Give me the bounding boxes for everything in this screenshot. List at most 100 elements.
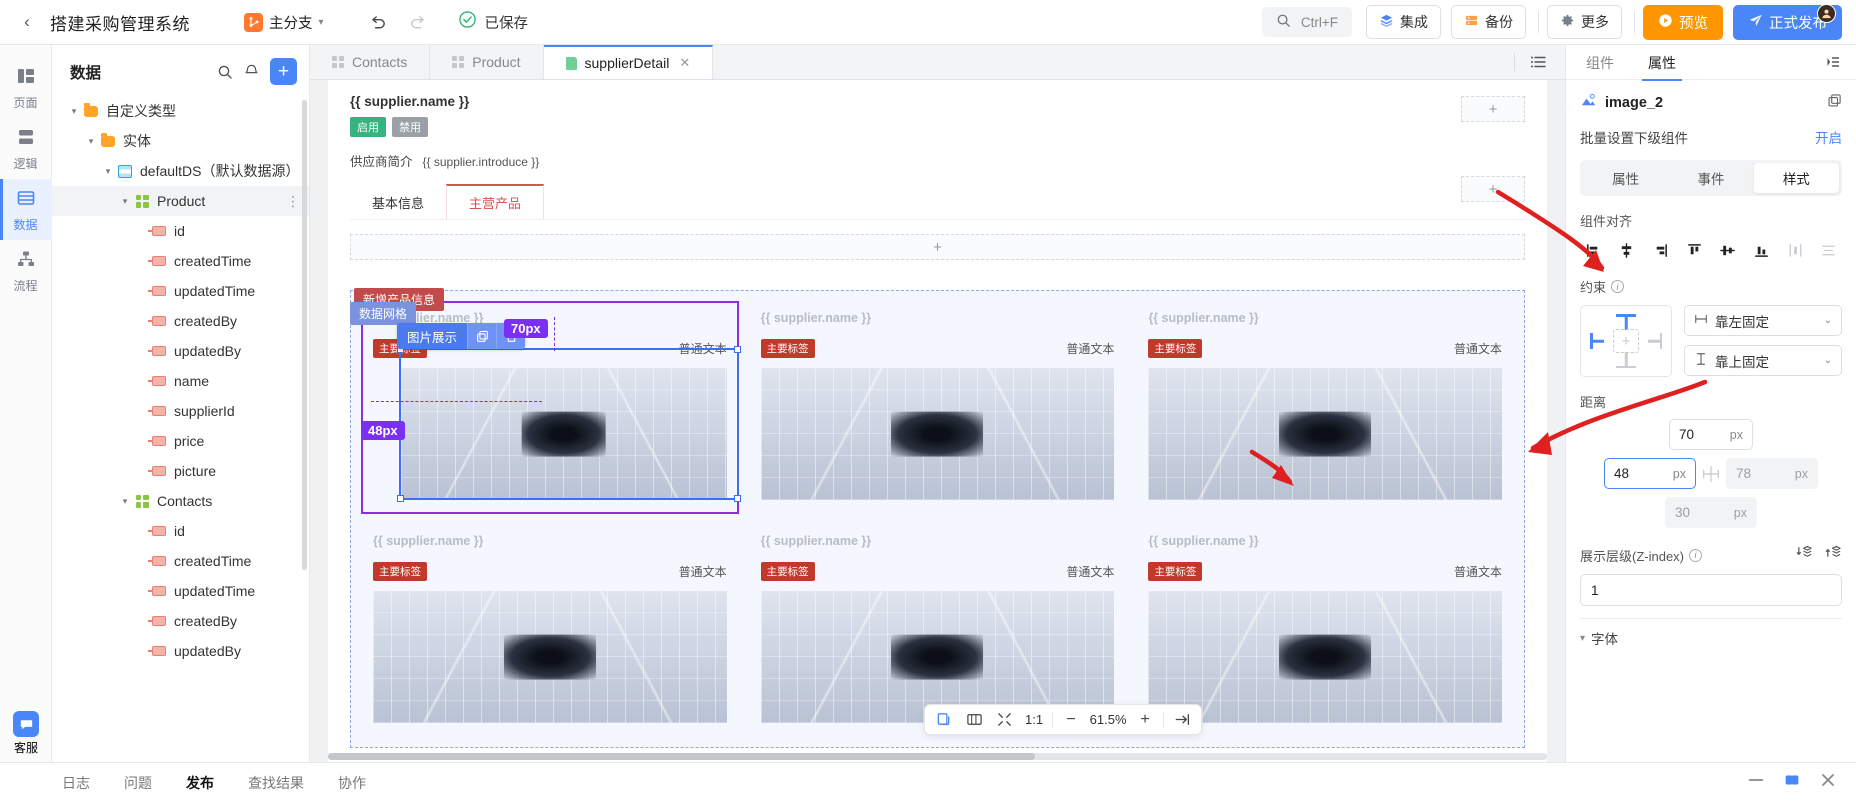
chevron-down-icon[interactable]: ▾	[83, 136, 99, 147]
subtab-events[interactable]: 事件	[1668, 163, 1753, 193]
distribute-vertical-icon[interactable]	[1816, 239, 1842, 261]
collapse-icon[interactable]	[989, 705, 1019, 734]
info-icon[interactable]: i	[1689, 548, 1703, 562]
align-left-icon[interactable]	[1580, 239, 1606, 261]
copy-icon[interactable]	[467, 323, 497, 349]
collapse-panel-icon[interactable]	[1824, 53, 1842, 71]
bottom-tab-issues[interactable]: 问题	[124, 773, 152, 793]
zindex-input[interactable]: 1	[1580, 574, 1842, 606]
chevron-down-icon[interactable]: ▾	[117, 196, 133, 207]
outline-list-icon[interactable]	[1529, 53, 1547, 71]
canvas-hscrollbar[interactable]	[328, 753, 1547, 760]
horizontal-constraint-select[interactable]: 靠左固定 ⌄	[1684, 305, 1842, 336]
bulk-enable-link[interactable]: 开启	[1815, 127, 1842, 147]
image-placeholder[interactable]	[1148, 368, 1502, 500]
zoom-ratio-label[interactable]: 1:1	[1019, 712, 1049, 727]
align-bottom-icon[interactable]	[1749, 239, 1775, 261]
integration-button[interactable]: 集成	[1366, 5, 1441, 39]
add-slot-top[interactable]: +	[1461, 96, 1525, 122]
backup-button[interactable]: 备份	[1451, 5, 1526, 39]
preview-button[interactable]: 预览	[1643, 4, 1723, 40]
align-top-icon[interactable]	[1681, 239, 1707, 261]
page-canvas[interactable]: {{ supplier.name }} 启用 禁用 供应商简介 {{ suppl…	[328, 80, 1547, 762]
data-grid-tag[interactable]: 数据网格	[350, 302, 417, 325]
inner-tab-products[interactable]: 主营产品	[446, 184, 545, 219]
image-placeholder[interactable]	[1148, 591, 1502, 723]
tree-node--[interactable]: ▾ 自定义类型	[52, 96, 309, 126]
subtab-styles[interactable]: 样式	[1753, 163, 1839, 193]
resize-handle-tr[interactable]	[733, 346, 741, 353]
data-grid-region[interactable]: 新增产品信息 数据网格 {{ supplier.name }} 主要标签 普通文…	[350, 288, 1525, 748]
tree-node-createdby[interactable]: ▾createdBy	[52, 306, 309, 336]
image-placeholder[interactable]	[760, 368, 1115, 500]
avatar[interactable]	[1817, 3, 1836, 23]
undo-icon[interactable]	[368, 13, 387, 32]
sidebar-item-logic[interactable]: 逻辑	[0, 118, 52, 179]
zoom-in-button[interactable]: +	[1130, 705, 1160, 734]
grid-cell-selected[interactable]: {{ supplier.name }} 主要标签 普通文本	[361, 301, 741, 514]
tree-node-price[interactable]: ▾price	[52, 426, 309, 456]
tree-node-menu-icon[interactable]: ⋮	[286, 193, 301, 210]
tree-node-picture[interactable]: ▾picture	[52, 456, 309, 486]
add-slot-row[interactable]: +	[350, 234, 1525, 260]
add-data-button[interactable]: +	[270, 58, 297, 85]
tree-node-updatedby[interactable]: ▾updatedBy	[52, 336, 309, 366]
grid-cell[interactable]: {{ supplier.name }} 主要标签 普通文本	[748, 301, 1127, 514]
sidebar-item-flow[interactable]: 流程	[0, 240, 52, 301]
constraint-pad[interactable]: +	[1580, 305, 1672, 377]
tree-node-defaultds-[interactable]: ▾ defaultDS（默认数据源）	[52, 156, 309, 186]
tree-node-createdtime[interactable]: ▾createdTime	[52, 246, 309, 276]
tab-product[interactable]: Product	[430, 45, 544, 79]
tab-properties[interactable]: 属性	[1642, 45, 1682, 81]
distance-top-input[interactable]: 70 px	[1669, 419, 1753, 450]
arrow-right-icon[interactable]	[1167, 705, 1197, 734]
fit-screen-icon[interactable]	[959, 705, 989, 734]
align-right-icon[interactable]	[1647, 239, 1673, 261]
minimize-icon[interactable]	[1746, 770, 1766, 795]
tree-node-id[interactable]: ▾id	[52, 516, 309, 546]
link-constraint-icon[interactable]	[1700, 464, 1722, 484]
grid-cell[interactable]: {{ supplier.name }} 主要标签 普通文本	[1136, 301, 1514, 514]
add-slot-tabs[interactable]: +	[1461, 176, 1525, 202]
close-icon[interactable]: ✕	[679, 55, 690, 71]
publish-button[interactable]: 正式发布	[1733, 3, 1842, 40]
tree-node-supplierid[interactable]: ▾supplierId	[52, 396, 309, 426]
tree-node-createdby[interactable]: ▾createdBy	[52, 606, 309, 636]
subtab-attributes[interactable]: 属性	[1583, 163, 1668, 193]
image-placeholder[interactable]	[373, 591, 727, 723]
vertical-constraint-select[interactable]: 靠上固定 ⌄	[1684, 345, 1842, 376]
distance-bottom-input[interactable]: 30 px	[1665, 497, 1757, 528]
send-to-back-icon[interactable]	[1796, 544, 1813, 566]
tree-scrollbar[interactable]	[302, 100, 307, 570]
tree-node-product[interactable]: ▾ Product ⋮	[52, 186, 309, 216]
zoom-out-button[interactable]: −	[1056, 705, 1086, 734]
bottom-tab-collab[interactable]: 协作	[338, 773, 366, 793]
tree-node-updatedtime[interactable]: ▾updatedTime	[52, 276, 309, 306]
tab-components[interactable]: 组件	[1580, 45, 1620, 80]
bottom-tab-log[interactable]: 日志	[62, 773, 90, 793]
chevron-down-icon[interactable]: ▾	[100, 166, 116, 177]
data-tree-body[interactable]: ▾自定义类型▾实体▾defaultDS（默认数据源）▾Product⋮▾id▾c…	[52, 96, 309, 762]
tree-node-id[interactable]: ▾id	[52, 216, 309, 246]
tree-node-name[interactable]: ▾name	[52, 366, 309, 396]
back-button[interactable]: ‹	[14, 9, 40, 35]
search-icon[interactable]	[212, 59, 238, 85]
more-button[interactable]: 更多	[1547, 5, 1622, 39]
inner-tab-basic[interactable]: 基本信息	[350, 186, 446, 219]
bottom-tab-publish[interactable]: 发布	[186, 773, 214, 793]
tree-node-updatedtime[interactable]: ▾updatedTime	[52, 576, 309, 606]
sidebar-item-pages[interactable]: 页面	[0, 57, 52, 118]
search-button[interactable]: Ctrl+F	[1261, 7, 1352, 37]
notify-icon[interactable]	[238, 59, 264, 85]
distance-left-input[interactable]: 48 px	[1604, 458, 1696, 489]
align-center-horizontal-icon[interactable]	[1614, 239, 1640, 261]
constraint-center[interactable]: +	[1613, 329, 1639, 353]
bring-to-front-icon[interactable]	[1825, 544, 1842, 566]
canvas-viewport[interactable]: {{ supplier.name }} 启用 禁用 供应商简介 {{ suppl…	[310, 80, 1565, 762]
redo-icon[interactable]	[409, 13, 428, 32]
branch-selector[interactable]: 主分支 ▾	[238, 9, 330, 36]
data-grid[interactable]: {{ supplier.name }} 主要标签 普通文本	[350, 290, 1525, 748]
align-middle-vertical-icon[interactable]	[1715, 239, 1741, 261]
distribute-horizontal-icon[interactable]	[1782, 239, 1808, 261]
bottom-tab-results[interactable]: 查找结果	[248, 773, 304, 793]
